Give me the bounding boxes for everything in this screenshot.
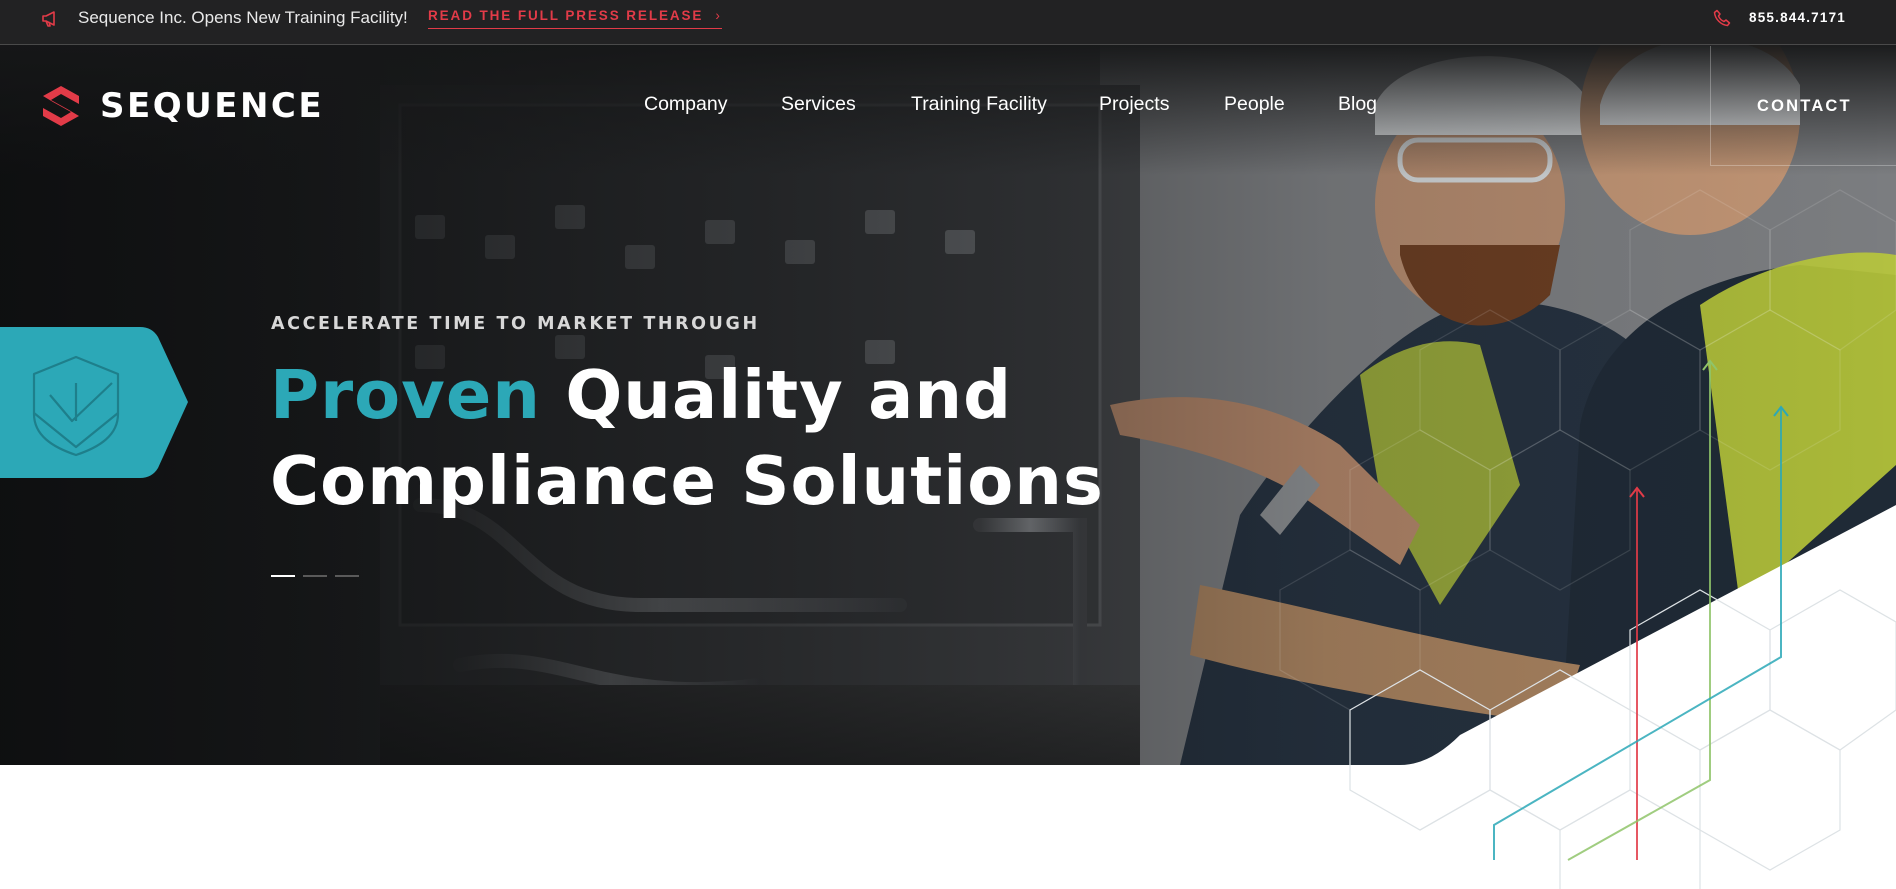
megaphone-icon — [42, 11, 55, 27]
nav-item-blog[interactable]: Blog — [1338, 93, 1377, 115]
contact-button[interactable]: CONTACT — [1757, 96, 1852, 116]
hero-eyebrow: ACCELERATE TIME TO MARKET THROUGH — [271, 314, 760, 334]
slide-dot-3[interactable] — [335, 575, 359, 577]
logo-text: SEQUENCE — [100, 86, 325, 126]
press-release-link[interactable]: READ THE FULL PRESS RELEASE › — [428, 6, 722, 29]
slide-dot-1[interactable] — [271, 575, 295, 577]
phone-number[interactable]: 855.844.7171 — [1749, 9, 1846, 26]
sequence-logo-icon — [43, 86, 79, 126]
badge-tab — [0, 327, 188, 478]
headline-line1-rest: Quality and — [565, 356, 1013, 434]
announcement-bar: Sequence Inc. Opens New Training Facilit… — [0, 0, 1896, 45]
nav-item-projects[interactable]: Projects — [1099, 93, 1169, 115]
nav-item-people[interactable]: People — [1224, 93, 1285, 115]
slider-pagination — [271, 575, 359, 577]
logo[interactable]: SEQUENCE — [40, 84, 324, 128]
headline-accent: Proven — [270, 356, 541, 434]
nav-item-services[interactable]: Services — [781, 93, 856, 115]
nav-item-company[interactable]: Company — [644, 93, 727, 115]
chevron-right-icon: › — [715, 8, 722, 23]
slide-dot-2[interactable] — [303, 575, 327, 577]
headline-line2: Compliance Solutions — [270, 442, 1104, 520]
press-release-label: READ THE FULL PRESS RELEASE — [428, 8, 704, 23]
phone-icon — [1713, 9, 1731, 27]
announcement-text: Sequence Inc. Opens New Training Facilit… — [78, 8, 408, 27]
nav-item-training-facility[interactable]: Training Facility — [911, 93, 1047, 115]
hero-headline: Proven Quality and Compliance Solutions — [270, 352, 1104, 524]
